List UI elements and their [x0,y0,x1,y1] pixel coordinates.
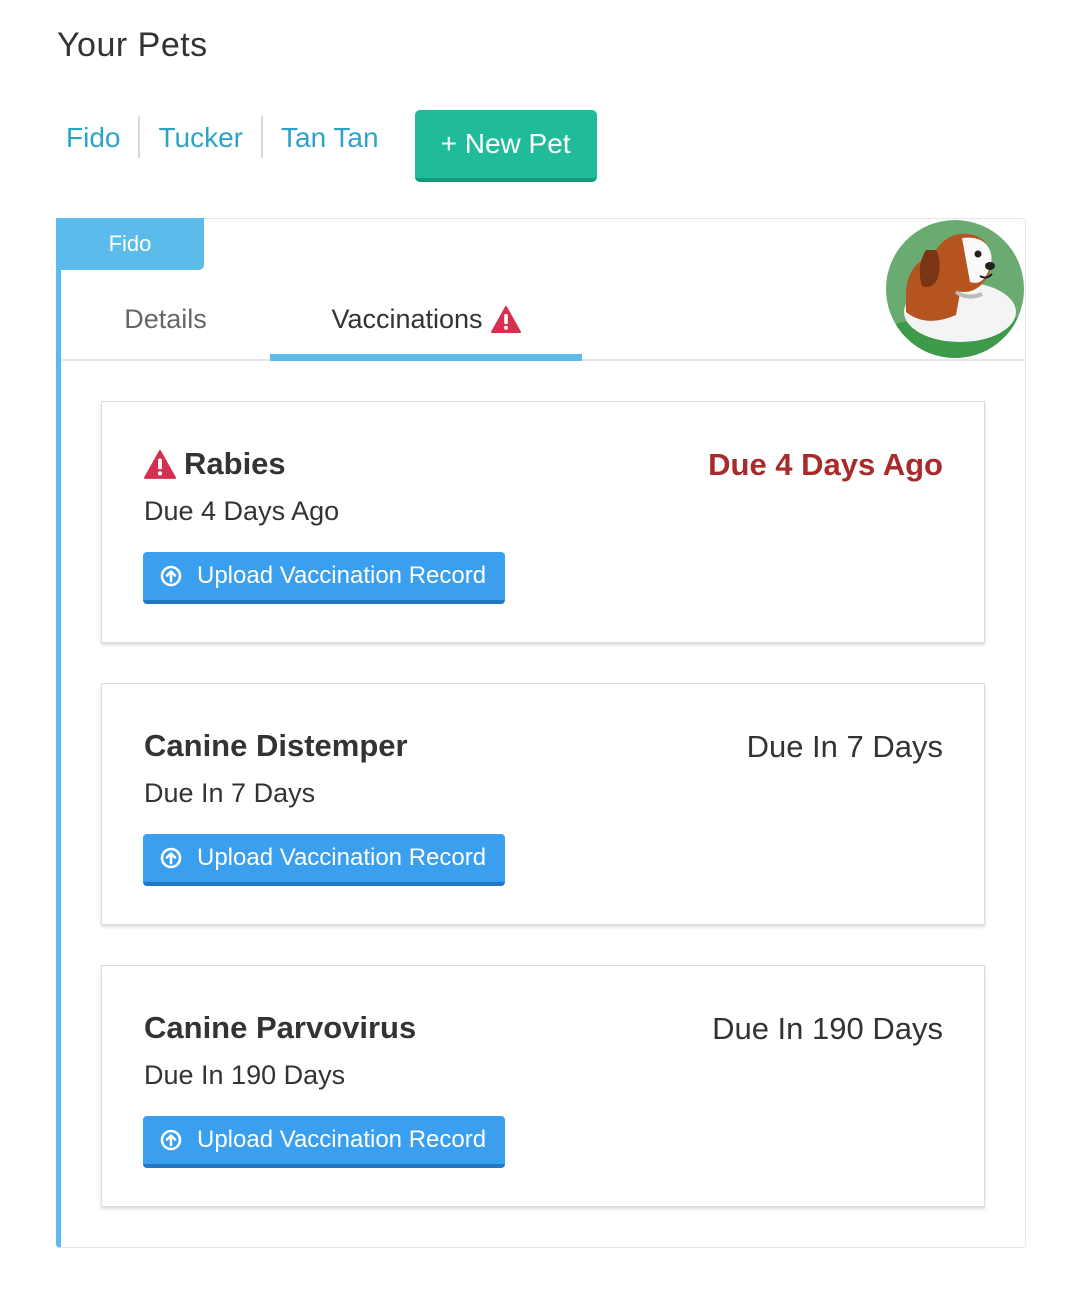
active-tab-indicator [270,354,582,361]
tab-details-label: Details [124,303,207,334]
pet-link-tan-tan[interactable]: Tan Tan [263,116,397,160]
vaccination-due-label: Due In 7 Days [746,729,943,764]
vaccination-name: Rabies [184,446,286,481]
vaccination-title: Canine Parvovirus [144,1010,416,1046]
pet-selector-nav: Fido Tucker Tan Tan + New Pet [48,110,597,182]
vaccination-card-rabies: Rabies Due 4 Days Ago Due 4 Days Ago Upl… [101,401,985,643]
vaccination-name: Canine Parvovirus [144,1010,417,1045]
warning-icon [144,449,176,479]
upload-circle-icon [160,565,182,587]
upload-circle-icon [160,847,182,869]
vaccination-status: Due In 190 Days [144,1060,346,1090]
warning-icon [490,305,521,333]
vaccination-due-label: Due In 190 Days [712,1011,943,1046]
upload-button-label: Upload Vaccination Record [197,1126,487,1153]
tab-vaccinations-label: Vaccinations [331,303,483,334]
vaccination-card-canine-parvovirus: Canine Parvovirus Due In 190 Days Due In… [101,965,985,1207]
page-title: Your Pets [57,26,208,64]
vaccination-due-label: Due 4 Days Ago [708,447,943,482]
vaccination-card-canine-distemper: Canine Distemper Due In 7 Days Due In 7 … [101,683,985,925]
tab-vaccinations[interactable]: Vaccinations [270,279,582,359]
tab-details[interactable]: Details [61,279,270,359]
vaccination-name: Canine Distemper [144,728,408,763]
pet-tabs: Details Vaccinations [61,279,1026,361]
vaccination-title: Rabies [144,446,286,482]
upload-vaccination-record-button[interactable]: Upload Vaccination Record [143,834,505,886]
upload-vaccination-record-button[interactable]: Upload Vaccination Record [143,552,505,604]
new-pet-button[interactable]: + New Pet [414,110,597,182]
upload-button-label: Upload Vaccination Record [197,844,487,871]
pet-link-fido[interactable]: Fido [48,116,138,160]
pet-name-label: Fido [56,218,204,270]
upload-vaccination-record-button[interactable]: Upload Vaccination Record [143,1116,505,1168]
pet-panel: Fido Details Vaccinations Rabies Due 4 D… [56,218,1026,1248]
vaccination-status: Due 4 Days Ago [144,496,340,526]
upload-circle-icon [160,1129,182,1151]
vaccination-title: Canine Distemper [144,728,408,764]
pet-link-tucker[interactable]: Tucker [140,116,261,160]
upload-button-label: Upload Vaccination Record [197,562,487,589]
vaccination-status: Due In 7 Days [144,778,316,808]
